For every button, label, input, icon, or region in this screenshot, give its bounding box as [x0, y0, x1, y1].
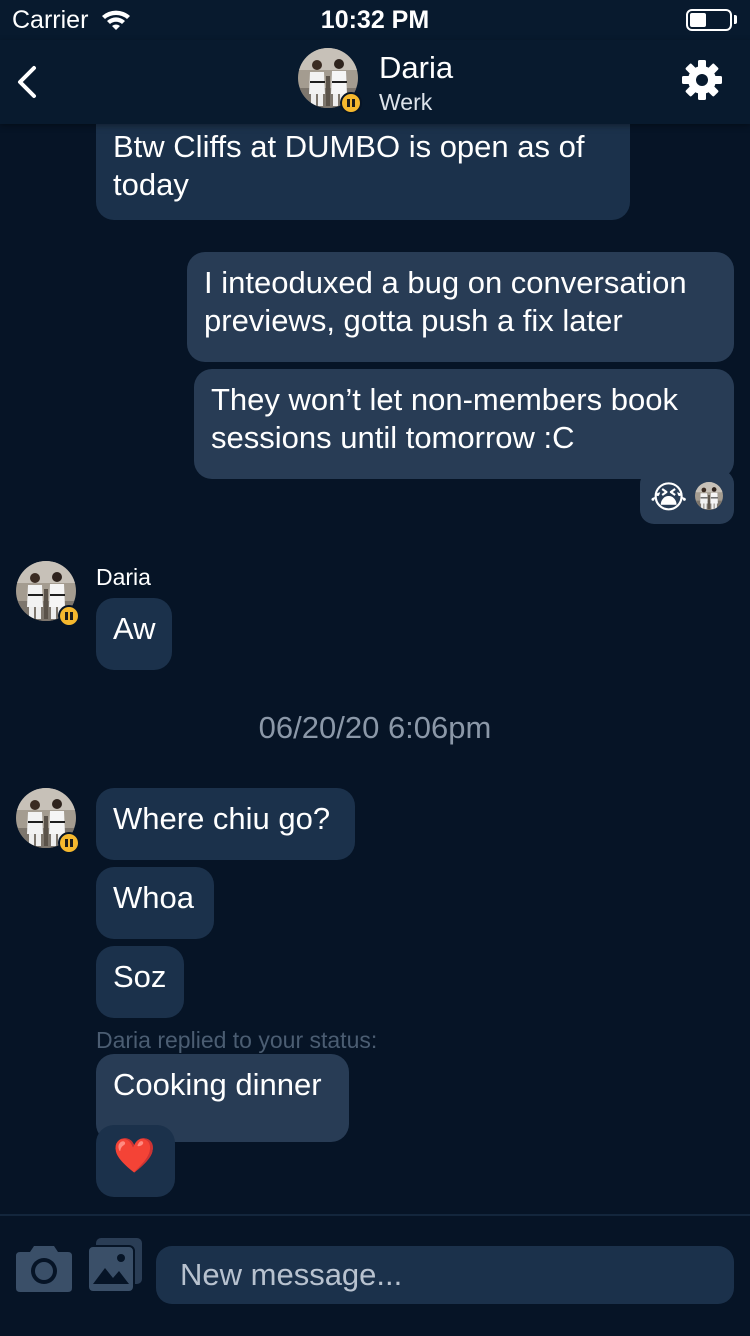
image-gallery-icon[interactable] [88, 1238, 142, 1294]
pause-status-icon [58, 605, 80, 627]
heart-icon: ❤️ [113, 1137, 156, 1175]
battery-icon [686, 9, 732, 31]
message-bubble[interactable]: Btw Cliffs at DUMBO is open as of today [96, 118, 630, 220]
message-bubble[interactable]: Soz [96, 946, 184, 1018]
status-reply-note: Daria replied to your status: [96, 1027, 378, 1053]
reactor-avatar [695, 482, 723, 510]
contact-name[interactable]: Daria [379, 50, 453, 86]
message-bubble[interactable]: Whoa [96, 867, 214, 939]
clock: 10:32 PM [320, 6, 430, 34]
gear-icon[interactable] [680, 58, 724, 102]
chevron-left-icon[interactable] [12, 62, 42, 102]
timestamp-divider: 06/20/20 6:06pm [258, 710, 492, 745]
status-bar: Carrier 10:32 PM [0, 0, 750, 40]
heart-message-bubble[interactable]: ❤️ [96, 1125, 175, 1197]
message-bubble[interactable]: Where chiu go? [96, 788, 355, 860]
pause-status-icon [340, 92, 362, 114]
message-composer [0, 1214, 750, 1336]
pause-status-icon [58, 832, 80, 854]
sender-avatar[interactable] [16, 561, 80, 627]
contact-avatar[interactable] [298, 48, 362, 114]
contact-status: Werk [379, 89, 433, 115]
message-bubble[interactable]: I inteoduxed a bug on conversation previ… [187, 252, 734, 362]
reaction-pill[interactable]: 😭 [640, 470, 734, 524]
crying-face-icon: 😭 [650, 479, 688, 515]
message-bubble[interactable]: They won’t let non-members book sessions… [194, 369, 734, 479]
camera-icon[interactable] [16, 1242, 72, 1292]
sender-name: Daria [96, 564, 151, 590]
message-input[interactable] [156, 1246, 734, 1304]
message-bubble[interactable]: Aw [96, 598, 172, 670]
chat-header: Daria Werk [0, 40, 750, 124]
sender-avatar[interactable] [16, 788, 80, 854]
